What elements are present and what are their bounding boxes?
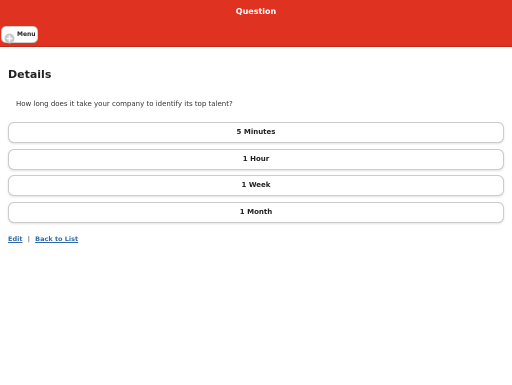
menu-label: Menu xyxy=(17,31,36,38)
plus-circle-icon xyxy=(4,29,15,44)
link-separator: | xyxy=(27,235,30,243)
back-to-list-link[interactable]: Back to List xyxy=(35,235,78,243)
answer-list: 5 Minutes 1 Hour 1 Week 1 Month xyxy=(8,122,504,228)
edit-link[interactable]: Edit xyxy=(8,235,22,243)
header-title: Question xyxy=(235,7,277,16)
answer-button-1-month[interactable]: 1 Month xyxy=(8,201,504,223)
answer-button-5-minutes[interactable]: 5 Minutes xyxy=(8,122,504,143)
question-text: How long does it take your company to id… xyxy=(16,100,233,108)
menu-button[interactable]: Menu xyxy=(1,26,38,44)
page-title: Details xyxy=(8,68,52,81)
answer-button-1-hour[interactable]: 1 Hour xyxy=(8,148,504,170)
footer-links: Edit | Back to List xyxy=(8,235,78,243)
answer-button-1-week[interactable]: 1 Week xyxy=(8,175,504,196)
header-bar: Question Menu xyxy=(0,0,512,47)
